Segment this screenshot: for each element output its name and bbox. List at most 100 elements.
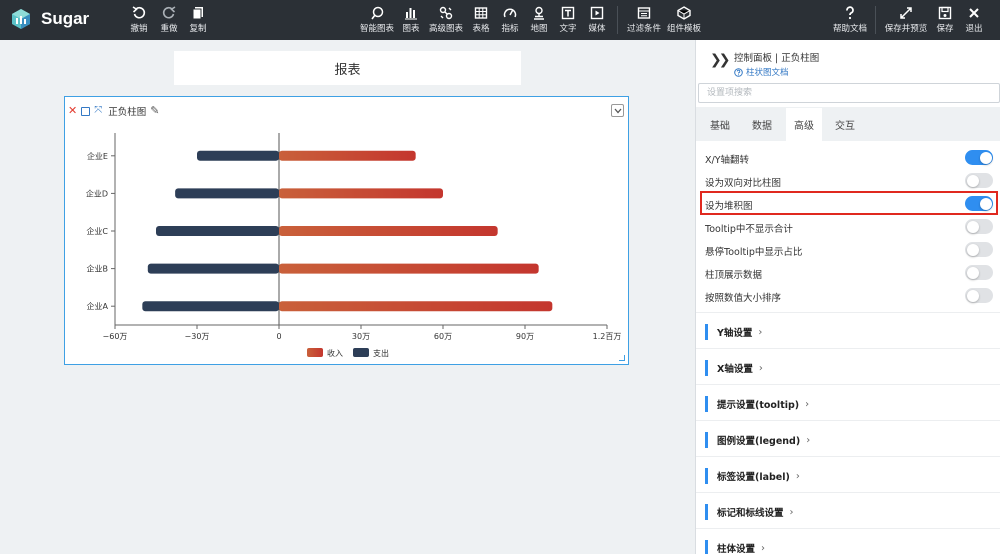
toggle-bidirectional[interactable]: [965, 173, 993, 188]
section-tooltip[interactable]: 提示设置(tooltip) ›: [705, 396, 809, 412]
y-category-label: 企业A: [87, 301, 109, 311]
income-bar: [279, 226, 498, 236]
copy-icon: [188, 4, 208, 22]
bar-chart-icon: [401, 4, 421, 22]
toggle-xy-flip[interactable]: [965, 150, 993, 165]
duplicate-icon[interactable]: [81, 106, 91, 116]
save-label: 保存: [936, 24, 954, 34]
toggle-bar-top-data[interactable]: [965, 265, 993, 280]
divider: [696, 312, 1000, 313]
settings-search-input[interactable]: [698, 83, 1000, 103]
option-label-xy-flip: X/Y轴翻转: [705, 155, 750, 166]
x-tick-label: 1.2百万: [593, 332, 622, 341]
text-label: 文字: [559, 24, 577, 34]
chevron-right-icon: ›: [758, 326, 763, 338]
y-category-label: 企业E: [87, 151, 108, 161]
divider: [696, 456, 1000, 457]
chevron-right-icon: ›: [761, 542, 766, 554]
component-template-label: 组件模板: [666, 24, 701, 34]
section-markers[interactable]: 标记和标线设置 ›: [705, 504, 794, 520]
media-play-icon: [587, 4, 607, 22]
fullscreen-icon[interactable]: ⤧: [94, 105, 102, 117]
copy-label: 复制: [189, 24, 207, 34]
indicator-label: 指标: [501, 24, 519, 34]
delete-icon[interactable]: ✕: [68, 105, 77, 117]
copy-button[interactable]: 复制: [176, 4, 220, 35]
help-circle-icon: [734, 67, 743, 77]
tab-data[interactable]: 数据: [744, 108, 780, 141]
widget-toolbar: ✕ ⤧ 正负柱图 ✎: [68, 105, 159, 119]
chart-doc-link-label: 柱状图文档: [746, 68, 789, 78]
control-panel: ❯❯ 控制面板 | 正负柱图 柱状图文档 基础 数据 高级 交互 X/Y轴翻转 …: [695, 40, 1000, 554]
toggle-knob: [966, 174, 979, 187]
section-label-settings[interactable]: 标签设置(label) ›: [705, 468, 800, 484]
media-button[interactable]: 媒体: [575, 4, 619, 35]
toolbar-separator: [875, 6, 876, 34]
section-label: 图例设置(legend): [717, 436, 801, 447]
section-bar-body[interactable]: 柱体设置 ›: [705, 540, 765, 554]
option-label-bar-top-data: 柱顶展示数据: [705, 270, 763, 281]
sugar-logo-icon: [10, 8, 32, 30]
filter-button[interactable]: 过滤条件: [622, 4, 666, 35]
section-label: 标签设置(label): [717, 472, 790, 483]
redo-label: 重做: [160, 24, 178, 34]
advanced-chart-label: 高级图表: [428, 24, 463, 34]
collapse-panel-icon[interactable]: ❯❯: [710, 52, 731, 68]
exit-label: 退出: [965, 24, 983, 34]
divider: [696, 492, 1000, 493]
widget-menu-dropdown[interactable]: [611, 104, 624, 117]
help-doc-button[interactable]: 帮助文档: [828, 4, 872, 35]
chevron-right-icon: ›: [806, 434, 811, 446]
expense-bar: [175, 188, 279, 199]
expense-bar: [197, 150, 279, 161]
widget-name: 正负柱图: [108, 107, 147, 118]
save-preview-button[interactable]: 保存并预览: [884, 4, 928, 35]
toggle-stacked[interactable]: [965, 196, 993, 211]
toggle-knob: [979, 197, 992, 210]
tab-advanced[interactable]: 高级: [786, 108, 822, 141]
report-title[interactable]: 报表: [174, 51, 521, 85]
tab-basic[interactable]: 基础: [702, 108, 738, 141]
top-toolbar: Sugar 撤销 重做 复制 智能图表 图表 高级图表 表格 指标 地图 文字 …: [0, 0, 1000, 40]
x-tick-label: −30万: [185, 332, 210, 341]
toggle-tooltip-no-total[interactable]: [965, 219, 993, 234]
chart-label: 图表: [402, 24, 420, 34]
panel-title: 控制面板 | 正负柱图: [734, 53, 820, 64]
toggle-tooltip-percent[interactable]: [965, 242, 993, 257]
toggle-knob: [966, 220, 979, 233]
bar-chart: −60万 −30万 0 30万 60万 90万 1.2百万 企业A 企业B 企业C 企业D 企业E 收入…: [86, 133, 622, 358]
resize-handle[interactable]: [619, 355, 625, 361]
toggle-knob: [966, 289, 979, 302]
filter-icon: [634, 4, 654, 22]
tab-interaction[interactable]: 交互: [827, 108, 863, 141]
section-y-axis[interactable]: Y轴设置 ›: [705, 324, 762, 340]
divider: [696, 384, 1000, 385]
option-label-tooltip-no-total: Tooltip中不显示合计: [705, 224, 793, 235]
x-tick-label: 60万: [434, 332, 452, 341]
toggle-sort-by-value[interactable]: [965, 288, 993, 303]
chevron-right-icon: ›: [758, 362, 763, 374]
x-tick-label: −60万: [103, 332, 128, 341]
expense-bar: [147, 263, 279, 274]
exit-button[interactable]: 退出: [952, 4, 996, 35]
expense-bar: [142, 301, 279, 312]
income-bar: [279, 301, 553, 312]
undo-icon: [129, 4, 149, 22]
component-template-button[interactable]: 组件模板: [662, 4, 706, 35]
map-label: 地图: [530, 24, 548, 34]
section-legend[interactable]: 图例设置(legend) ›: [705, 432, 810, 448]
template-icon: [674, 4, 694, 22]
chart-doc-link[interactable]: 柱状图文档: [734, 66, 789, 78]
undo-label: 撤销: [130, 24, 148, 34]
edit-pencil-icon[interactable]: ✎: [150, 105, 159, 117]
legend-swatch: [307, 348, 323, 357]
toolbar-separator: [617, 6, 618, 34]
divider: [696, 420, 1000, 421]
y-category-label: 企业C: [86, 226, 108, 236]
option-label-sort-by-value: 按照数值大小排序: [705, 293, 782, 304]
divider: [696, 528, 1000, 529]
section-label: 标记和标线设置: [717, 508, 784, 519]
toggle-knob: [966, 266, 979, 279]
section-x-axis[interactable]: X轴设置 ›: [705, 360, 763, 376]
chart-widget[interactable]: −60万 −30万 0 30万 60万 90万 1.2百万 企业A 企业B 企业C 企业D 企业E 收入…: [64, 96, 629, 365]
